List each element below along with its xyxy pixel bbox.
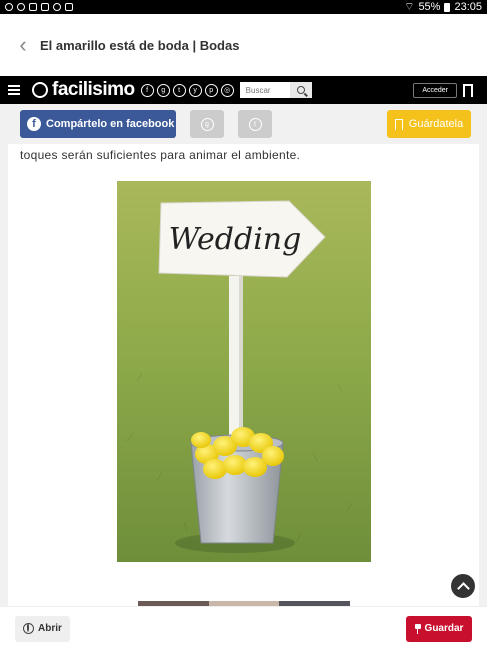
twitter-icon[interactable]: t xyxy=(172,83,186,97)
save-button[interactable]: Guardar xyxy=(406,615,472,642)
open-in-browser-button[interactable]: Abrir xyxy=(15,615,70,642)
facebook-share-button[interactable]: f Compártelo en facebook xyxy=(20,110,176,138)
scroll-to-top-button[interactable] xyxy=(451,574,475,598)
settings-notification-icon xyxy=(53,3,61,11)
instagram-notification-icon xyxy=(41,3,49,11)
facebook-share-label: Compártelo en facebook xyxy=(46,118,175,130)
clock: 23:05 xyxy=(454,1,482,13)
globe-icon xyxy=(23,623,35,634)
site-logo[interactable]: facilisimo xyxy=(32,79,135,101)
facebook-icon[interactable]: f xyxy=(140,83,154,97)
image-notification-icon xyxy=(29,3,37,11)
page-title: El amarillo está de boda | Bodas xyxy=(40,37,240,53)
battery-icon xyxy=(444,2,451,12)
save-article-button[interactable]: Guárdatela xyxy=(387,110,471,138)
bottom-action-bar: Abrir Guardar xyxy=(0,606,487,650)
site-navbar: facilisimo f g t y p ◎ Acceder xyxy=(0,76,487,104)
status-bar: ⌔ 55% 23:05 xyxy=(0,0,487,14)
open-label: Abrir xyxy=(38,623,62,634)
facebook-icon: f xyxy=(27,117,41,131)
twitter-share-button[interactable]: t xyxy=(238,110,272,138)
search-input[interactable] xyxy=(239,82,290,98)
notification-icons xyxy=(5,3,73,11)
save-article-label: Guárdatela xyxy=(408,118,464,130)
share-bar: f Compártelo en facebook g t Guárdatela xyxy=(0,104,487,144)
article-text: toques serán suficientes para animar el … xyxy=(20,148,301,162)
twitter-icon: t xyxy=(248,117,262,131)
chevron-up-icon xyxy=(456,581,470,595)
back-chevron-icon[interactable]: ‹ xyxy=(8,32,38,58)
social-links: f g t y p ◎ xyxy=(140,83,234,97)
instagram-icon[interactable]: ◎ xyxy=(220,83,234,97)
bookmark-icon[interactable] xyxy=(463,83,473,99)
bookmark-icon xyxy=(394,118,403,132)
article-content: toques serán suficientes para animar el … xyxy=(8,144,479,606)
youtube-icon[interactable]: y xyxy=(188,83,202,97)
pinterest-icon[interactable]: p xyxy=(204,83,218,97)
search-icon xyxy=(296,86,305,94)
google-plus-icon[interactable]: g xyxy=(156,83,170,97)
app-notification-icon xyxy=(65,3,73,11)
hamburger-menu-icon[interactable] xyxy=(8,85,20,95)
save-label: Guardar xyxy=(424,623,464,634)
app-header: ‹ El amarillo está de boda | Bodas xyxy=(0,14,487,76)
search-button[interactable] xyxy=(289,82,312,98)
logo-text: facilisimo xyxy=(52,79,135,100)
google-plus-share-button[interactable]: g xyxy=(190,110,224,138)
pin-icon xyxy=(414,623,421,634)
notification-icon xyxy=(5,3,13,11)
login-button[interactable]: Acceder xyxy=(413,82,457,98)
wedding-sign-photo: Wedding xyxy=(117,181,371,562)
pinterest-notification-icon xyxy=(17,3,25,11)
battery-level: 55% xyxy=(418,1,441,13)
logo-mark-icon xyxy=(32,82,48,98)
google-plus-icon: g xyxy=(200,117,214,131)
sign-text: Wedding xyxy=(169,222,302,257)
wifi-icon: ⌔ xyxy=(404,1,415,13)
